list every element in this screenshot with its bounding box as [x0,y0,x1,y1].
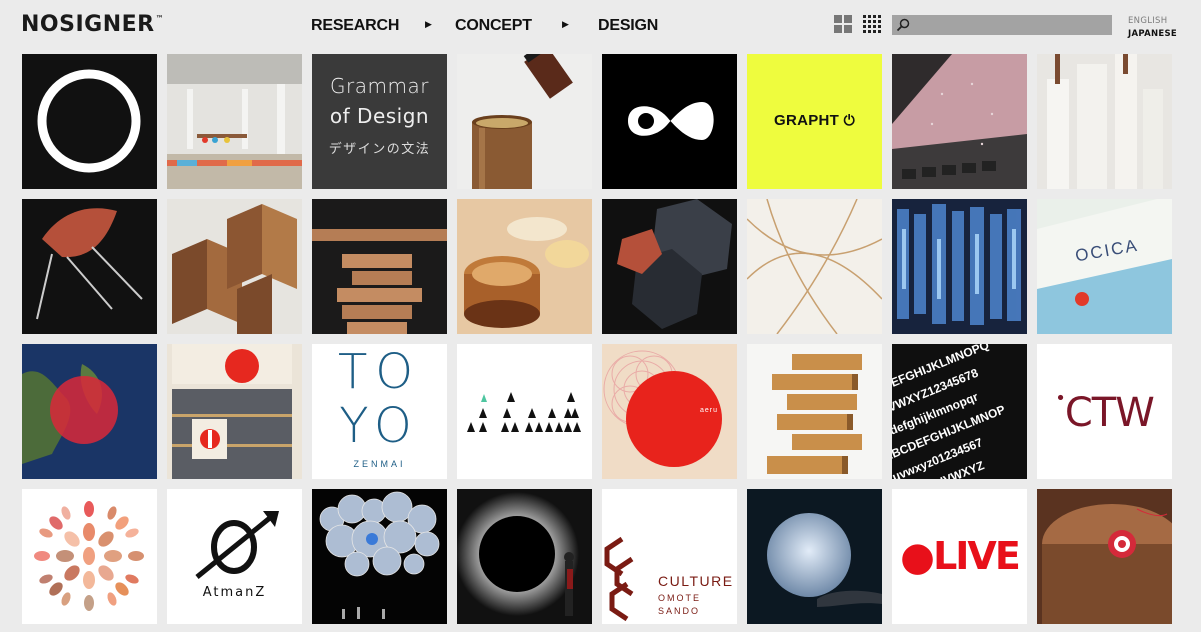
atmanz-label: AtmanZ [202,585,267,600]
arrow-right-icon: ▶ [562,19,569,29]
project-tile-acrylic-panels[interactable] [892,199,1027,334]
satellite-map-image [22,344,157,479]
typeface-photo: ABCDEFGHIJKLMNOPQ RSTUVWXYZ12345678 abcd… [892,344,1027,479]
project-tile-satellite-map[interactable] [22,344,157,479]
hinomaru-kit-photo [167,344,302,479]
drawers-photo [312,199,447,334]
project-tile-red-thread[interactable] [1037,489,1172,624]
project-tile-stacked-blocks[interactable] [747,344,882,479]
project-tile-ctw[interactable]: •CTW [1037,344,1172,479]
triangles-pattern [467,392,581,432]
acrylic-panels-photo [892,199,1027,334]
project-tile-moon-lamp[interactable] [747,489,882,624]
nosigner-logo[interactable]: NOSIGNER™ [21,12,164,37]
project-tile-wood-boxes[interactable] [167,199,302,334]
project-tile-ring[interactable] [22,54,157,189]
project-tile-grammar-of-design[interactable]: Grammar of Design デザインの文法 [312,54,447,189]
grid-large-icon [834,15,852,33]
nav-research[interactable]: RESEARCH [311,17,399,35]
toyo-subtitle: ZENMAI [353,459,406,469]
nav-concept[interactable]: CONCEPT [455,17,532,35]
language-japanese-link[interactable]: JAPANESE [1128,29,1177,39]
project-tile-aeru[interactable]: aeru [602,344,737,479]
toyo-row1: TO [337,344,422,400]
lamp-photo [747,199,882,334]
stacked-blocks-photo [747,344,882,479]
grammar-title-japanese: デザインの文法 [328,141,431,156]
office-photo [167,54,302,189]
project-tile-graphit[interactable]: GRAPHT ⏻ [747,54,882,189]
atmanz-symbol [195,511,279,579]
project-tile-eclipse[interactable] [457,489,592,624]
project-tile-paper-trunks[interactable] [1037,54,1172,189]
grid-small-icon [863,15,881,33]
ctw-label: •CTW [1055,388,1155,436]
culture-line1: CULTURE [658,573,734,589]
project-tile-keyboard-cloth[interactable] [892,54,1027,189]
red-thread-photo [1037,489,1172,624]
project-tile-atmanz[interactable]: AtmanZ [167,489,302,624]
graphit-label: GRAPHT ⏻ [774,112,855,129]
project-tile-triangles[interactable] [457,344,592,479]
culture-line3: SANDO [658,606,701,616]
ocica-book-photo [1037,199,1172,334]
project-tile-lamp[interactable] [747,199,882,334]
search-field[interactable] [892,15,1112,35]
eclipse-photo [457,489,592,624]
language-english-link[interactable]: ENGLISH [1128,16,1167,26]
bowls-photo [457,199,592,334]
project-tile-typeface[interactable]: ABCDEFGHIJKLMNOPQ RSTUVWXYZ12345678 abcd… [892,344,1027,479]
project-tile-ocica[interactable]: OCICA [1037,199,1172,334]
project-tile-hexagons[interactable] [602,199,737,334]
project-tile-live[interactable]: ●LIVE [892,489,1027,624]
trademark-symbol: ™ [155,14,165,23]
live-label: ●LIVE [900,534,1021,580]
moon-lamp-photo [747,489,882,624]
grammar-title-line1: Grammar [330,74,429,98]
ring-image [37,69,141,173]
project-tile-hinomaru-kit[interactable] [167,344,302,479]
project-tile-infinity[interactable] [602,54,737,189]
project-tile-wooden-cup[interactable] [457,54,592,189]
power-icon: ⏻ [843,112,855,128]
paper-trunks-photo [1037,54,1172,189]
toyo-row2: YO [339,398,420,454]
dots-circle-pattern [34,501,144,611]
project-tile-bubbles[interactable] [312,489,447,624]
culture-logo-mark [604,536,634,622]
record-dot-icon: ● [900,534,935,580]
search-icon [896,18,910,32]
aeru-label: aeru [700,407,719,414]
project-tile-dots-circle[interactable] [22,489,157,624]
logo-text: NOSIGNER [21,12,155,37]
project-tile-bowls[interactable] [457,199,592,334]
nav-design[interactable]: DESIGN [598,17,658,35]
wooden-cup-photo [457,54,592,189]
infinity-logo [628,102,714,140]
small-grid-view-button[interactable] [862,14,882,34]
bubbles-photo [312,489,447,624]
chair-photo [22,199,157,334]
keyboard-cloth-photo [892,54,1027,189]
culture-line2: OMOTE [658,593,701,603]
project-tile-toyo-zenmai[interactable]: TO YO ZENMAI [312,344,447,479]
wood-boxes-photo [167,199,302,334]
project-tile-office[interactable] [167,54,302,189]
project-tile-drawers[interactable] [312,199,447,334]
grammar-title-line2: of Design [329,104,430,128]
large-grid-view-button[interactable] [833,14,853,34]
project-tile-culture-omotesando[interactable]: CULTURE OMOTE SANDO [602,489,737,624]
project-tile-chair[interactable] [22,199,157,334]
arrow-right-icon: ▶ [425,19,432,29]
ctw-dot-icon: • [1055,388,1066,409]
hexagons-photo [602,199,737,334]
